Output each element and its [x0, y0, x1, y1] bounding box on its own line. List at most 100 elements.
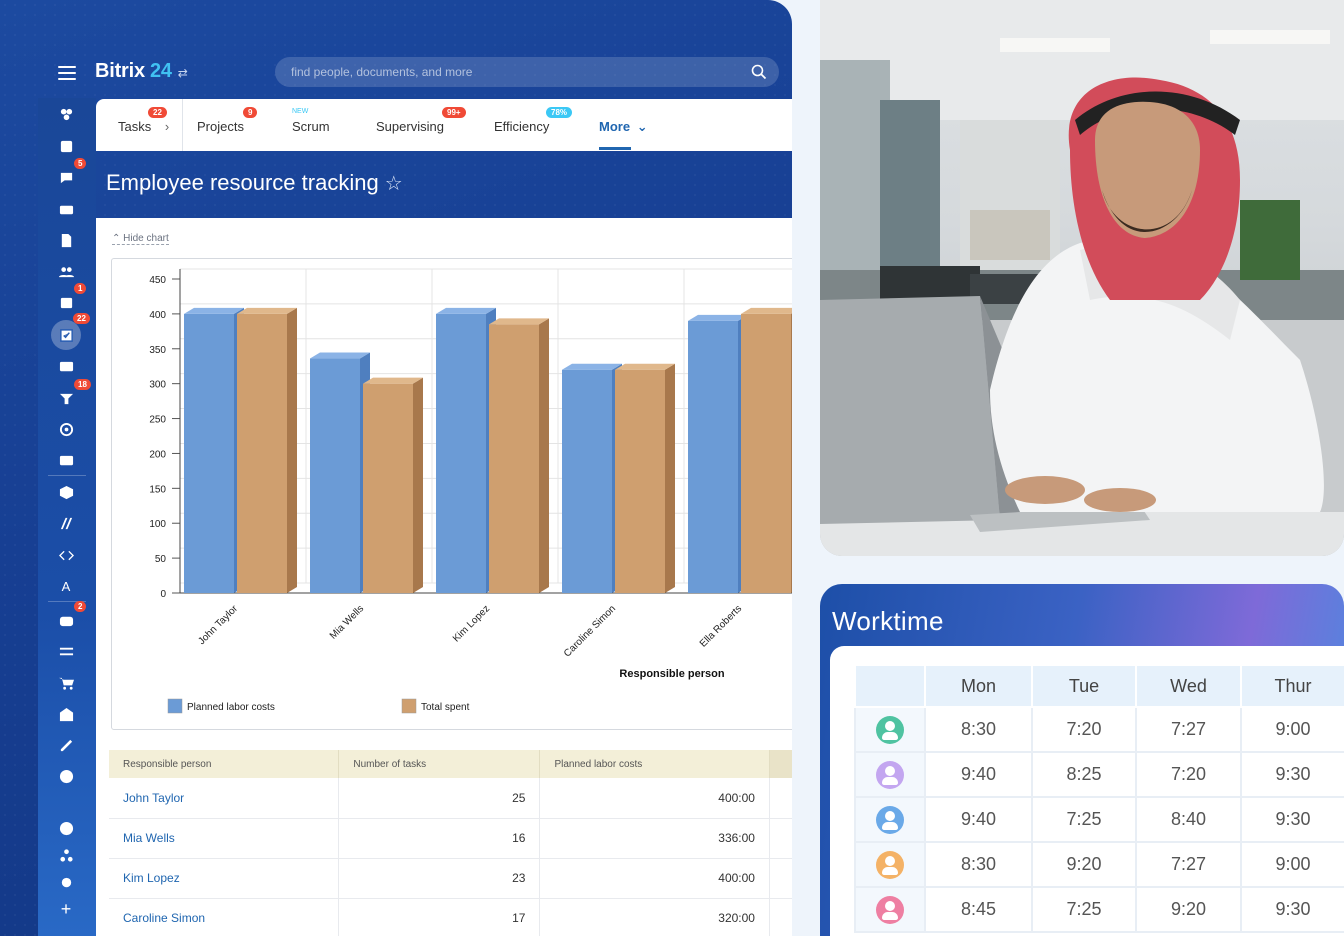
search-icon[interactable]	[751, 64, 767, 80]
time-cell: 8:30	[924, 841, 1033, 888]
sidebar-docs-icon[interactable]	[54, 228, 78, 252]
sidebar-box-icon[interactable]	[54, 480, 78, 504]
tab-scrum[interactable]: NEW Scrum	[292, 108, 330, 134]
time-cell: 9:00	[1240, 841, 1344, 888]
sidebar-employees-icon[interactable]	[54, 259, 78, 283]
bar-top	[688, 314, 748, 321]
sidebar-store-icon[interactable]	[54, 702, 78, 726]
sidebar-settings-icon[interactable]	[54, 870, 78, 894]
avatar-cell	[854, 706, 926, 753]
sidebar-drive-icon[interactable]	[54, 197, 78, 221]
person-at-laptop-illustration	[820, 0, 1344, 556]
day-header: Mon	[924, 664, 1033, 708]
person-link[interactable]: Caroline Simon	[109, 898, 340, 936]
worktime-header-row: Mon Tue Wed Thur	[854, 664, 1344, 708]
sidebar-cart-icon[interactable]	[54, 671, 78, 695]
tab-tasks[interactable]: Tasks 22 ›	[118, 107, 169, 134]
table-row: Mia Wells 16 336:00	[109, 818, 792, 859]
sidebar-structure-icon[interactable]	[54, 843, 78, 867]
bar	[741, 313, 791, 593]
user-avatar-icon[interactable]	[876, 850, 904, 879]
sidebar-feed-icon[interactable]	[54, 134, 78, 158]
bar-top	[562, 363, 622, 370]
sidebar-filter-icon[interactable]: 18	[54, 379, 91, 410]
tab-divider	[182, 99, 183, 151]
person-link[interactable]: John Taylor	[109, 778, 340, 819]
sidebar-add-icon[interactable]: +	[54, 897, 78, 921]
column-header[interactable]: Number of tasks	[338, 750, 541, 778]
column-header[interactable]: Responsible person	[109, 750, 340, 778]
worktime-row: 8:30 9:20 7:27 9:00	[854, 841, 1344, 888]
x-tick-label: Ella Roberts	[698, 603, 744, 649]
left-sidebar: 5 1 22 18 A 2 +	[38, 98, 96, 936]
tasks-badge: 22	[73, 313, 90, 324]
user-avatar-icon[interactable]	[876, 760, 904, 789]
user-avatar-icon[interactable]	[876, 715, 904, 744]
time-cell: 9:20	[1135, 886, 1242, 933]
row-spacer	[769, 818, 792, 859]
sidebar-sign-icon[interactable]	[54, 733, 78, 757]
tabs-bar: Tasks 22 › Projects 9 NEW Scrum Supervis…	[96, 99, 792, 151]
column-header[interactable]: Planned labor costs	[539, 750, 770, 778]
sidebar-divider	[48, 475, 86, 476]
time-cell: 9:20	[1031, 841, 1137, 888]
tab-projects[interactable]: Projects 9	[197, 107, 258, 134]
row-spacer	[769, 898, 792, 936]
sidebar-collab-icon[interactable]	[54, 102, 78, 126]
worktime-row: 8:45 7:25 9:20 9:30	[854, 886, 1344, 933]
x-tick-label: Mia Wells	[328, 603, 366, 641]
bar-side	[791, 313, 792, 593]
day-header: Wed	[1135, 664, 1242, 708]
sidebar-sliders-icon[interactable]	[54, 639, 78, 663]
chevron-right-icon[interactable]: ›	[165, 119, 169, 134]
hide-chart-label: Hide chart	[123, 233, 169, 244]
person-link[interactable]: Mia Wells	[109, 818, 340, 859]
brand-logo[interactable]: Bitrix 24 ⇄	[95, 60, 188, 83]
sidebar-letter-item[interactable]: A	[54, 574, 78, 598]
sidebar-more-icon[interactable]	[54, 764, 78, 788]
bar-side	[287, 307, 297, 593]
column-settings[interactable]	[769, 750, 792, 778]
search-bar[interactable]	[275, 57, 779, 87]
sidebar-chat-icon[interactable]: 5	[54, 158, 87, 189]
planned-cost: 400:00	[539, 858, 770, 899]
tab-label: More	[599, 119, 631, 134]
time-cell: 9:30	[1240, 796, 1344, 843]
brand-settings-icon[interactable]: ⇄	[178, 66, 188, 80]
planned-cost: 336:00	[539, 818, 770, 859]
menu-icon[interactable]	[58, 66, 76, 80]
time-cell: 7:27	[1135, 841, 1242, 888]
sidebar-target-icon[interactable]	[54, 417, 78, 441]
sidebar-calendar-icon[interactable]: 1	[54, 283, 87, 314]
user-avatar-icon[interactable]	[876, 805, 904, 834]
table-header-row: Responsible person Number of tasks Plann…	[109, 750, 792, 778]
active-tab-indicator	[599, 147, 631, 150]
sidebar-help-icon[interactable]	[54, 816, 78, 840]
sidebar-code-icon[interactable]	[54, 543, 78, 567]
bar-top	[615, 363, 675, 370]
sidebar-automation-icon[interactable]	[54, 511, 78, 535]
bar	[436, 313, 486, 593]
tab-more[interactable]: More ⌄	[599, 119, 648, 135]
sidebar-market-icon[interactable]: 2	[54, 601, 87, 632]
bar	[688, 320, 738, 593]
star-icon[interactable]: ☆	[385, 173, 403, 195]
calendar-badge: 1	[74, 283, 87, 294]
person-link[interactable]: Kim Lopez	[109, 858, 340, 899]
user-avatar-icon[interactable]	[876, 895, 904, 924]
task-count: 16	[338, 818, 541, 859]
sidebar-crm-icon[interactable]	[54, 354, 78, 378]
search-input[interactable]	[291, 57, 731, 87]
sidebar-mail-icon[interactable]	[54, 448, 78, 472]
hide-chart-link[interactable]: ⌃ Hide chart	[112, 233, 169, 245]
y-tick-label: 150	[149, 484, 166, 495]
y-tick-label: 450	[149, 275, 166, 286]
task-count: 25	[338, 778, 541, 819]
bar	[310, 358, 360, 593]
legend-label: Planned labor costs	[187, 702, 275, 713]
tab-efficiency[interactable]: Efficiency 78%	[494, 107, 573, 134]
tab-supervising[interactable]: Supervising 99+	[376, 107, 466, 134]
sidebar-tasks-icon[interactable]: 22	[51, 313, 90, 350]
avatar-cell	[854, 886, 926, 933]
data-table: Responsible person Number of tasks Plann…	[109, 750, 792, 936]
